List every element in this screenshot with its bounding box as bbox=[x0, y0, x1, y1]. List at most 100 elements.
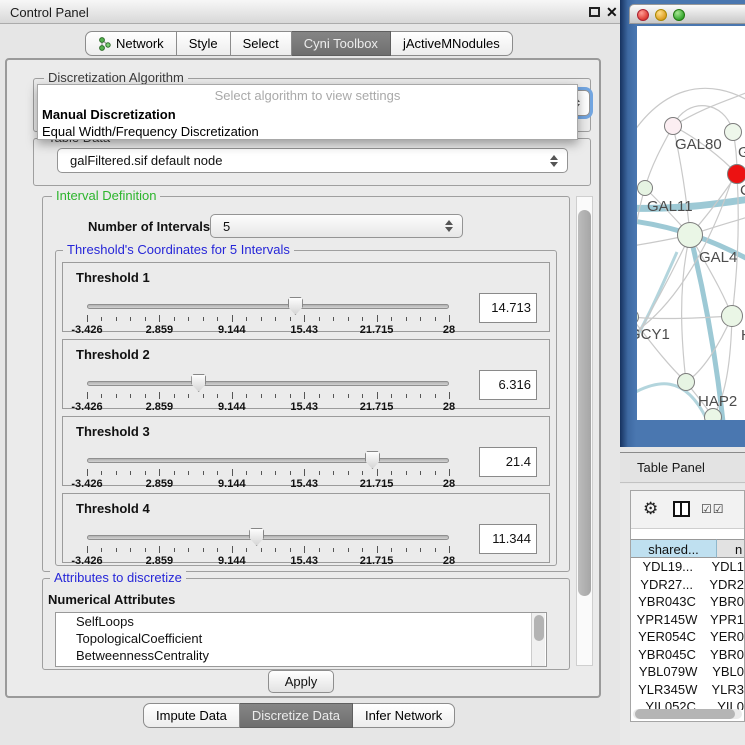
table-data-combo[interactable]: galFiltered.sif default node bbox=[57, 148, 568, 173]
float-window-icon[interactable] bbox=[589, 7, 600, 17]
attributes-legend: Attributes to discretize bbox=[50, 571, 186, 585]
attributes-scrollbar-thumb[interactable] bbox=[534, 615, 544, 641]
network-node[interactable] bbox=[727, 164, 745, 184]
numerical-attribute-item[interactable]: SelfLoops bbox=[56, 613, 546, 630]
table-row[interactable]: YDR27...YDR2 bbox=[631, 576, 744, 594]
threshold-slider[interactable]: -3.4262.8599.14415.4321.71528 bbox=[87, 453, 449, 487]
algorithm-hint: Select algorithm to view settings bbox=[38, 85, 577, 106]
tick-label: 21.715 bbox=[360, 324, 394, 336]
tab-style[interactable]: Style bbox=[177, 31, 231, 56]
combo-arrows-icon bbox=[550, 155, 559, 167]
table-row[interactable]: YER054CYER0 bbox=[631, 628, 744, 646]
table-cell[interactable]: YPR145W bbox=[631, 611, 703, 629]
column-layout-icon[interactable] bbox=[673, 501, 690, 517]
network-node[interactable] bbox=[677, 222, 703, 248]
threshold-slider-thumb[interactable] bbox=[191, 374, 206, 392]
table-cell[interactable]: YBL0 bbox=[705, 663, 744, 681]
table-cell[interactable]: YDR27... bbox=[631, 576, 702, 594]
threshold-slider-thumb[interactable] bbox=[365, 451, 380, 469]
table-row[interactable]: YBR043CYBR0 bbox=[631, 593, 744, 611]
table-cell[interactable]: YDL1 bbox=[704, 558, 744, 576]
tab-network[interactable]: Network bbox=[85, 31, 177, 56]
network-node[interactable] bbox=[637, 180, 653, 196]
numerical-attribute-item[interactable]: TopologicalCoefficient bbox=[56, 630, 546, 647]
table-rows: YDL19...YDL1YDR27...YDR2YBR043CYBR0YPR14… bbox=[631, 558, 744, 710]
gear-icon[interactable]: ⚙ bbox=[643, 499, 658, 519]
threshold-value-field[interactable]: 6.316 bbox=[479, 370, 537, 400]
threshold-value-field[interactable]: 11.344 bbox=[479, 524, 537, 554]
tick-label: 2.859 bbox=[146, 401, 174, 413]
zoom-traffic-light-icon[interactable] bbox=[673, 9, 685, 21]
table-row[interactable]: YPR145WYPR1 bbox=[631, 611, 744, 629]
panel-scrollbar-thumb[interactable] bbox=[578, 210, 591, 596]
tab-infer-network[interactable]: Infer Network bbox=[353, 703, 455, 728]
threshold-slider[interactable]: -3.4262.8599.14415.4321.71528 bbox=[87, 299, 449, 333]
table-cell[interactable]: YBR0 bbox=[703, 646, 744, 664]
table-cell[interactable]: YBR045C bbox=[631, 646, 703, 664]
threshold-label: Threshold 1 bbox=[76, 270, 150, 285]
tab-cyni-toolbox[interactable]: Cyni Toolbox bbox=[292, 31, 391, 56]
algorithm-option-manual[interactable]: Manual Discretization bbox=[38, 106, 577, 123]
numerical-attributes-list[interactable]: SelfLoopsTopologicalCoefficientBetweenne… bbox=[55, 612, 547, 667]
tab-select[interactable]: Select bbox=[231, 31, 292, 56]
table-row[interactable]: YLR345WYLR3 bbox=[631, 681, 744, 699]
network-node-label: GCY1 bbox=[637, 326, 670, 343]
table-cell[interactable]: YDR2 bbox=[702, 576, 744, 594]
tick-label: 9.144 bbox=[218, 324, 246, 336]
table-cell[interactable]: YBR0 bbox=[703, 593, 744, 611]
attributes-scrollbar-track[interactable] bbox=[531, 613, 545, 666]
algorithm-option-equal-width[interactable]: Equal Width/Frequency Discretization bbox=[38, 123, 577, 140]
table-row[interactable]: YBR045CYBR0 bbox=[631, 646, 744, 664]
table-panel-title: Table Panel bbox=[637, 460, 705, 475]
close-icon[interactable]: ✕ bbox=[606, 4, 618, 21]
numerical-attribute-item[interactable]: BetweennessCentrality bbox=[56, 647, 546, 664]
table-row[interactable]: YBL079WYBL0 bbox=[631, 663, 744, 681]
tick-label: 21.715 bbox=[360, 478, 394, 490]
tick-label: 21.715 bbox=[360, 401, 394, 413]
number-of-intervals-label: Number of Intervals bbox=[88, 219, 210, 234]
table-cell[interactable]: YDL19... bbox=[631, 558, 704, 576]
threshold-slider-thumb[interactable] bbox=[288, 297, 303, 315]
network-node[interactable] bbox=[724, 123, 742, 141]
table-row[interactable]: YDL19...YDL1 bbox=[631, 558, 744, 576]
network-node[interactable] bbox=[664, 117, 682, 135]
tick-label: 2.859 bbox=[146, 478, 174, 490]
column-header-name[interactable]: n bbox=[717, 539, 744, 558]
select-columns-icon[interactable]: ☑☑ bbox=[701, 502, 725, 516]
slider-track[interactable] bbox=[87, 535, 449, 540]
table-cell[interactable]: YPR1 bbox=[703, 611, 744, 629]
table-cell[interactable]: YLR345W bbox=[631, 681, 704, 699]
network-node[interactable] bbox=[721, 305, 743, 327]
table-cell[interactable]: YBR043C bbox=[631, 593, 703, 611]
table-cell[interactable]: YER054C bbox=[631, 628, 703, 646]
threshold-panel: Threshold 4-3.4262.8599.14415.4321.71528… bbox=[62, 493, 550, 563]
number-of-intervals-combo[interactable]: 5 bbox=[210, 214, 463, 238]
slider-track[interactable] bbox=[87, 304, 449, 309]
table-cell[interactable]: YBL079W bbox=[631, 663, 705, 681]
discretization-algorithm-legend: Discretization Algorithm bbox=[44, 71, 188, 85]
threshold-slider-thumb[interactable] bbox=[249, 528, 264, 546]
threshold-value-field[interactable]: 21.4 bbox=[479, 447, 537, 477]
node-table-card: ⚙ ☑☑ shared... n YDL19...YDL1YDR27...YDR… bbox=[630, 490, 745, 722]
apply-button[interactable]: Apply bbox=[268, 670, 334, 693]
threshold-slider[interactable]: -3.4262.8599.14415.4321.71528 bbox=[87, 376, 449, 410]
network-canvas[interactable]: GAL80GACGAL11GAL4HGCY1HAP2 bbox=[637, 26, 745, 420]
threshold-panel: Threshold 2-3.4262.8599.14415.4321.71528… bbox=[62, 339, 550, 409]
slider-track[interactable] bbox=[87, 458, 449, 463]
slider-track[interactable] bbox=[87, 381, 449, 386]
tab-impute-data[interactable]: Impute Data bbox=[143, 703, 240, 728]
threshold-slider[interactable]: -3.4262.8599.14415.4321.71528 bbox=[87, 530, 449, 564]
network-node[interactable] bbox=[677, 373, 695, 391]
close-traffic-light-icon[interactable] bbox=[637, 9, 649, 21]
table-cell[interactable]: YER0 bbox=[703, 628, 744, 646]
threshold-value-field[interactable]: 14.713 bbox=[479, 293, 537, 323]
table-hscrollbar-thumb[interactable] bbox=[635, 709, 735, 719]
tab-jactivemnodules[interactable]: jActiveMNodules bbox=[391, 31, 513, 56]
minimize-traffic-light-icon[interactable] bbox=[655, 9, 667, 21]
table-data-combo-value: galFiltered.sif default node bbox=[70, 149, 222, 173]
table-cell[interactable]: YLR3 bbox=[704, 681, 744, 699]
table-hscrollbar-track[interactable] bbox=[633, 709, 742, 719]
network-node[interactable] bbox=[704, 408, 722, 420]
tab-discretize-data[interactable]: Discretize Data bbox=[240, 703, 353, 728]
column-header-shared-name[interactable]: shared... bbox=[631, 539, 717, 558]
